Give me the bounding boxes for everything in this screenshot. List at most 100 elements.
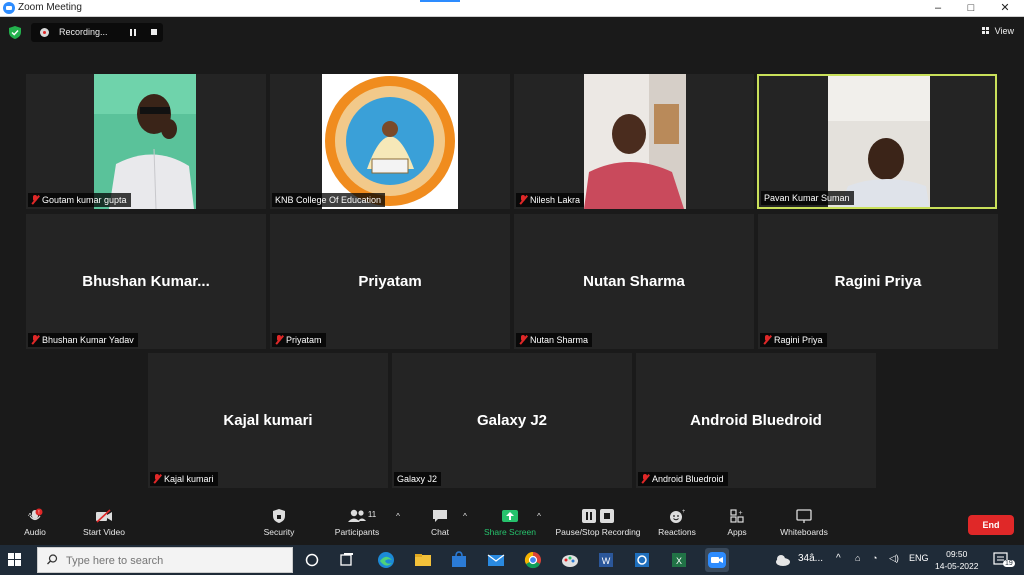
meeting-area: Recording... View Goutam kumar gupta KNB… [0, 18, 1024, 545]
active-speaker-tile[interactable]: Pavan Kumar Suman [757, 74, 997, 209]
stop-recording-icon[interactable] [151, 29, 157, 35]
system-clock[interactable]: 09:50 14-05-2022 [935, 548, 978, 572]
participant-display-name: Priyatam [358, 273, 422, 290]
participant-display-name: Android Bluedroid [690, 412, 822, 429]
recording-indicator: Recording... [31, 23, 163, 42]
task-view-icon[interactable] [337, 550, 357, 570]
muted-mic-icon [763, 335, 771, 345]
grid-view-icon [981, 26, 991, 36]
participants-button[interactable]: Participants [322, 508, 392, 537]
chrome-icon[interactable] [523, 550, 543, 570]
photos-icon[interactable] [632, 550, 652, 570]
participant-name-label: Pavan Kumar Suman [761, 191, 854, 205]
participant-display-name: Ragini Priya [834, 273, 922, 290]
participant-tile[interactable]: Bhushan Kumar... Bhushan Kumar Yadav [26, 214, 266, 349]
share-options-caret[interactable]: ^ [533, 512, 545, 521]
participant-tile[interactable]: Priyatam Priyatam [270, 214, 510, 349]
search-input[interactable] [66, 552, 286, 569]
start-video-button[interactable]: Start Video [69, 508, 139, 537]
participant-tile[interactable]: Goutam kumar gupta [26, 74, 266, 209]
participant-display-name: Nutan Sharma [583, 273, 685, 290]
participant-display-name: Galaxy J2 [476, 412, 548, 429]
volume-icon[interactable]: ◁) [889, 553, 899, 564]
clock-time: 09:50 [946, 549, 968, 559]
pause-recording-icon[interactable] [130, 29, 137, 36]
edge-browser-icon[interactable] [376, 550, 396, 570]
windows-start-icon[interactable] [8, 553, 22, 567]
participant-name-label: Nilesh Lakra [516, 193, 585, 207]
paint-app-icon[interactable] [560, 550, 580, 570]
minimize-button[interactable]: – [921, 0, 955, 17]
participant-name-label: Kajal kumari [150, 472, 218, 486]
excel-icon[interactable]: X [669, 550, 689, 570]
muted-mic-icon [275, 335, 283, 345]
language-indicator[interactable]: ENG [909, 553, 929, 563]
mail-icon[interactable] [486, 550, 506, 570]
maximize-button[interactable]: □ [954, 0, 988, 17]
muted-mic-icon [31, 335, 39, 345]
svg-text:W: W [602, 556, 611, 566]
window-title: Zoom Meeting [18, 2, 82, 13]
view-button-label: View [994, 26, 1014, 36]
windows-taskbar: W X 34â... ^ ⌂ ◔ ◁) ENG 09:50 14-05-2022… [0, 545, 1024, 575]
participant-name-label: KNB College Of Education [272, 193, 386, 207]
recording-dot-icon [40, 28, 49, 37]
participant-name-label: Nutan Sharma [516, 333, 593, 347]
participant-tile[interactable]: Nilesh Lakra [514, 74, 754, 209]
participant-name-label: Galaxy J2 [394, 472, 442, 486]
smiley-reaction-icon: + [670, 509, 685, 523]
muted-mic-icon [153, 474, 161, 484]
security-button[interactable]: Security [244, 508, 314, 537]
clock-date: 14-05-2022 [935, 561, 979, 571]
meeting-toolbar: ! Audio ^ Start Video Security Participa… [0, 500, 1024, 545]
participant-name-label: Android Bluedroid [638, 472, 728, 486]
participant-video-feed [584, 74, 686, 209]
zoom-app-icon [3, 2, 15, 14]
store-icon[interactable] [449, 550, 469, 570]
encryption-shield-icon[interactable] [9, 26, 21, 39]
wifi-icon[interactable]: ◔ [872, 553, 877, 563]
participant-tile[interactable]: KNB College Of Education [270, 74, 510, 209]
participant-display-name: Bhushan Kumar... [82, 273, 210, 290]
participant-name-label: Priyatam [272, 333, 326, 347]
svg-text:!: ! [38, 510, 39, 516]
participant-tile[interactable]: Kajal kumari Kajal kumari [148, 353, 388, 488]
word-icon[interactable]: W [596, 550, 616, 570]
whiteboard-icon [796, 509, 812, 523]
tray-expand-icon[interactable]: ^ [836, 553, 841, 564]
participants-count: 11 [367, 510, 377, 519]
apps-icon: + [730, 509, 744, 523]
pause-stop-recording-button[interactable]: Pause/Stop Recording [552, 508, 644, 537]
participants-options-caret[interactable]: ^ [392, 512, 404, 521]
whiteboards-button[interactable]: Whiteboards [769, 508, 839, 537]
view-button[interactable]: View [981, 26, 1014, 36]
end-meeting-button[interactable]: End [968, 515, 1014, 535]
weather-icon[interactable] [774, 552, 792, 568]
chat-options-caret[interactable]: ^ [459, 512, 471, 521]
weather-temperature[interactable]: 34â... [798, 553, 823, 564]
participant-tile[interactable]: Android Bluedroid Android Bluedroid [636, 353, 876, 488]
apps-button[interactable]: + Apps [702, 508, 772, 537]
svg-text:+: + [739, 510, 743, 517]
tray-device-icon[interactable]: ⌂ [855, 553, 860, 563]
security-shield-icon [273, 509, 285, 523]
participant-tile[interactable]: Nutan Sharma Nutan Sharma [514, 214, 754, 349]
svg-text:X: X [676, 556, 682, 566]
muted-mic-icon [31, 195, 39, 205]
window-titlebar: Zoom Meeting – □ ✕ [0, 0, 1024, 17]
cortana-icon[interactable] [302, 550, 322, 570]
participant-tile[interactable]: Galaxy J2 Galaxy J2 [392, 353, 632, 488]
participant-name-label: Goutam kumar gupta [28, 193, 131, 207]
participant-tile[interactable]: Ragini Priya Ragini Priya [758, 214, 998, 349]
file-explorer-icon[interactable] [413, 550, 433, 570]
top-progress-indicator [420, 0, 460, 2]
muted-mic-icon [519, 335, 527, 345]
taskbar-search[interactable] [37, 547, 293, 573]
audio-options-caret[interactable]: ^ [24, 512, 36, 521]
chat-bubble-icon [433, 510, 447, 522]
muted-mic-icon [641, 474, 649, 484]
college-logo-video [322, 74, 458, 209]
muted-mic-icon [519, 195, 527, 205]
zoom-taskbar-icon[interactable] [705, 548, 729, 572]
close-button[interactable]: ✕ [988, 0, 1022, 17]
